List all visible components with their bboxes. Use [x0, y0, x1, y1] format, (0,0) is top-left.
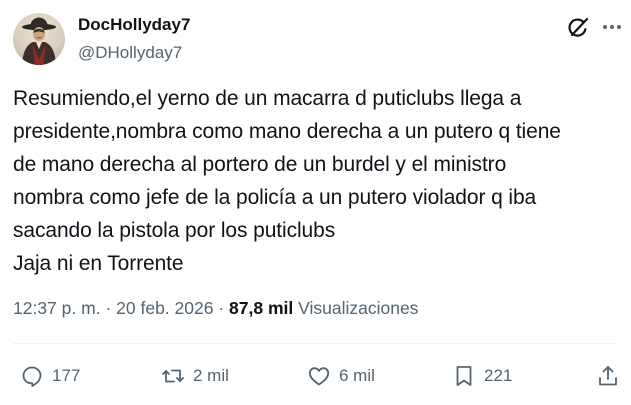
- cowboy-avatar-icon: [22, 17, 56, 65]
- author-names: DocHollyday7 @DHollyday7: [78, 13, 190, 64]
- reply-count: 177: [52, 366, 81, 385]
- tweet-text: Resumiendo,el yerno de un macarra d puti…: [13, 87, 561, 275]
- like-count: 6 mil: [339, 366, 375, 385]
- author-handle[interactable]: @DHollyday7: [78, 42, 190, 64]
- more-icon[interactable]: [601, 18, 623, 36]
- meta-separator: ·: [218, 298, 225, 318]
- author-display-name[interactable]: DocHollyday7: [78, 14, 190, 36]
- tweet-card: DocHollyday7 @DHollyday7 Resumiendo,el y…: [0, 0, 631, 405]
- avatar[interactable]: [13, 13, 65, 65]
- tweet-time[interactable]: 12:37 p. m.: [13, 298, 101, 318]
- share-button[interactable]: [596, 362, 620, 390]
- grok-icon[interactable]: [565, 14, 591, 40]
- heart-icon: [308, 367, 330, 386]
- tweet-date[interactable]: 20 feb. 2026: [116, 298, 213, 318]
- repost-button[interactable]: 2 mil: [161, 362, 229, 390]
- like-button[interactable]: 6 mil: [307, 362, 375, 390]
- bookmark-icon: [456, 366, 472, 386]
- tweet-meta: 12:37 p. m. · 20 feb. 2026 · 87,8 mil Vi…: [13, 296, 418, 320]
- repost-icon: [162, 369, 184, 383]
- bookmark-button[interactable]: 221: [452, 362, 512, 390]
- share-icon: [599, 366, 617, 386]
- bookmark-count: 221: [484, 366, 513, 385]
- reply-button[interactable]: 177: [20, 362, 80, 390]
- views-label: Visualizaciones: [298, 298, 419, 318]
- views-count[interactable]: 87,8 mil: [229, 298, 293, 318]
- divider: [13, 343, 618, 344]
- reply-icon: [22, 366, 42, 387]
- meta-separator: ·: [105, 298, 112, 318]
- repost-count: 2 mil: [193, 366, 229, 385]
